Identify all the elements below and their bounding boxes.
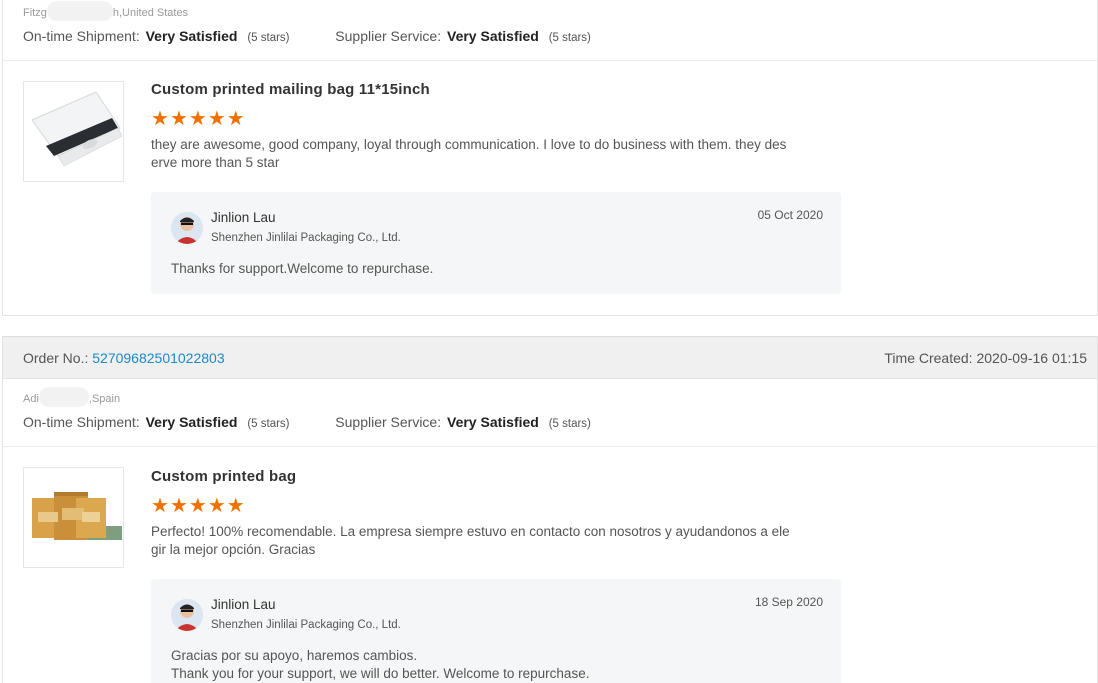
reply-message: Thanks for support.Welcome to repurchase… [171,261,434,276]
rating-stars: ★★★★★ [151,496,246,516]
rating-stars: ★★★★★ [151,109,246,129]
masked-name [38,387,89,407]
buyer-ratings: On-time Shipment: Very Satisfied (5 star… [23,414,591,430]
masked-name [46,1,113,21]
product-title[interactable]: Custom printed bag [151,468,296,485]
service-stars-text: (5 stars) [548,418,591,430]
buyer-info: Adi ,Spain On-time Shipment: Very Satisfi… [3,379,1097,447]
shipment-value: Very Satisfied [145,28,238,44]
reply-date: 05 Oct 2020 [757,208,823,222]
avatar [171,599,203,631]
service-value: Very Satisfied [447,414,539,430]
supplier-reply: Jinlion Lau Shenzhen Jinlilai Packaging … [151,579,841,683]
order-number-link[interactable]: 52709682501022803 [92,350,224,366]
service-stars-text: (5 stars) [548,32,591,44]
service-label: Supplier Service: [335,28,442,44]
star-icon: ★ [207,495,226,517]
buyer-location-prefix: Fitzg [23,6,47,19]
order-number: Order No.: 52709682501022803 [23,350,225,366]
star-icon: ★ [226,495,245,517]
buyer-location: Fitzg h,United States [23,1,189,21]
shipment-label: On-time Shipment: [23,28,140,44]
buyer-location-suffix: h,United States [112,6,189,19]
service-value: Very Satisfied [447,28,539,44]
review-card-2: Order No.: 52709682501022803 Time Create… [2,336,1098,683]
supplier-name: Jinlion Lau [211,210,276,225]
order-label: Order No.: [23,350,89,366]
star-icon: ★ [151,108,169,130]
buyer-location-prefix: Adi [23,392,39,405]
service-label: Supplier Service: [335,414,442,430]
avatar [171,212,203,244]
buyer-ratings: On-time Shipment: Very Satisfied (5 star… [23,28,591,44]
star-icon: ★ [169,108,188,130]
product-thumbnail[interactable] [23,81,124,182]
star-icon: ★ [188,108,207,130]
reply-date: 18 Sep 2020 [754,595,823,609]
star-icon: ★ [207,108,226,130]
star-icon: ★ [226,108,245,130]
product-title[interactable]: Custom printed mailing bag 11*15inch [151,81,430,98]
shipment-label: On-time Shipment: [23,414,140,430]
review-text: Perfecto! 100% recomendable. La empresa … [151,524,790,557]
time-created: Time Created: 2020-09-16 01:15 [884,350,1087,366]
shipment-stars-text: (5 stars) [247,418,290,430]
buyer-location: Adi ,Spain [23,387,121,407]
shipment-value: Very Satisfied [145,414,238,430]
star-icon: ★ [169,495,188,517]
supplier-reply: Jinlion Lau Shenzhen Jinlilai Packaging … [151,192,841,294]
shipment-stars-text: (5 stars) [247,32,290,44]
buyer-location-suffix: ,Spain [88,392,121,405]
review-card-1: Fitzg h,United States On-time Shipment: V… [2,0,1098,316]
buyer-info: Fitzg h,United States On-time Shipment: V… [3,0,1097,61]
star-icon: ★ [151,495,169,517]
product-thumbnail[interactable] [23,467,124,568]
review-text: they are awesome, good company, loyal th… [151,137,787,170]
reply-message: Gracias por su apoyo, haremos cambios. T… [171,648,590,681]
supplier-company: Shenzhen Jinlilai Packaging Co., Ltd. [211,619,401,631]
supplier-company: Shenzhen Jinlilai Packaging Co., Ltd. [211,232,401,244]
star-icon: ★ [188,495,207,517]
order-header: Order No.: 52709682501022803 Time Create… [3,337,1097,379]
supplier-name: Jinlion Lau [211,597,276,612]
